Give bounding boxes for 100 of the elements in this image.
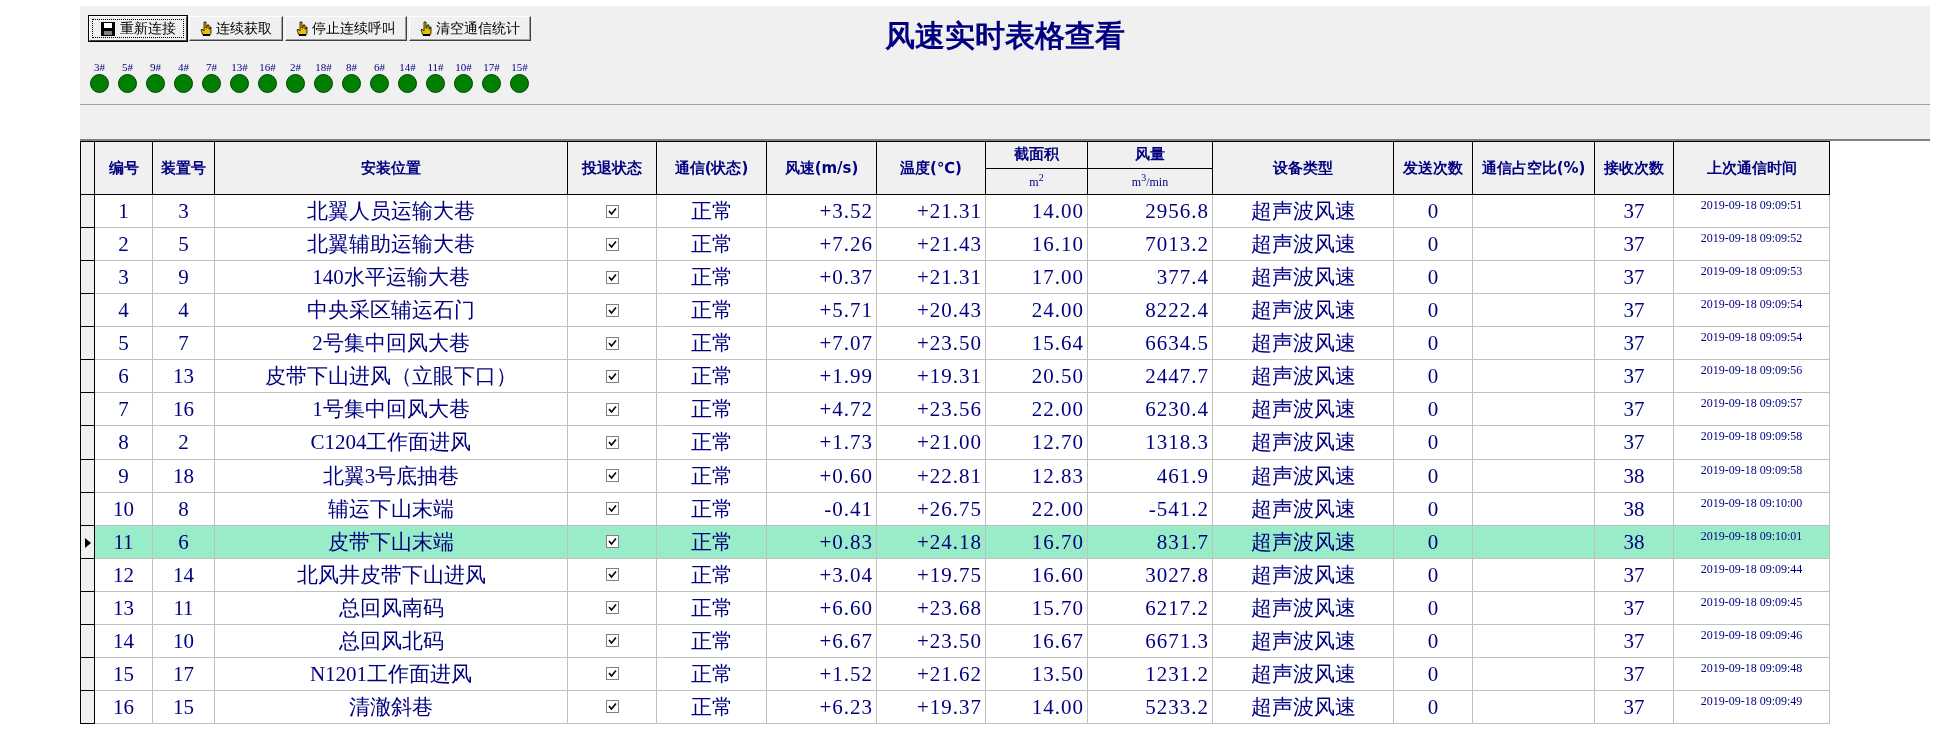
table-cell: 2019-09-18 09:09:53 — [1673, 260, 1830, 294]
checkbox[interactable] — [605, 336, 619, 350]
table-cell: 超声波风速 — [1212, 690, 1394, 724]
table-cell: 超声波风速 — [1212, 525, 1394, 559]
table-cell: 0 — [1393, 392, 1473, 426]
checkbox[interactable] — [605, 270, 619, 284]
table-cell: +1.52 — [766, 657, 877, 691]
table-cell: +26.75 — [876, 492, 986, 526]
toolbar-button[interactable]: 连续获取 — [189, 16, 283, 41]
table-cell: 10 — [94, 492, 153, 526]
table-cell: 0 — [1393, 492, 1473, 526]
table-cell: 8222.4 — [1087, 293, 1213, 327]
table-cell: -0.41 — [766, 492, 877, 526]
checkbox[interactable] — [605, 303, 619, 317]
table-cell: 超声波风速 — [1212, 392, 1394, 426]
checkbox[interactable] — [605, 435, 619, 449]
table-cell: 37 — [1594, 690, 1674, 724]
table-cell: 超声波风速 — [1212, 194, 1394, 228]
table-cell: 15.70 — [985, 591, 1088, 625]
table-cell: 3 — [152, 194, 215, 228]
table-cell: 2019-09-18 09:10:01 — [1673, 525, 1830, 559]
table-cell: 37 — [1594, 326, 1674, 360]
table-cell: 37 — [1594, 591, 1674, 625]
table-cell: 0 — [1393, 690, 1473, 724]
toolbar-button[interactable]: 重新连接 — [89, 16, 187, 41]
checkbox[interactable] — [605, 535, 619, 549]
checkbox[interactable] — [605, 469, 619, 483]
table-cell: +5.71 — [766, 293, 877, 327]
checkbox[interactable] — [605, 237, 619, 251]
table-cell: 5 — [94, 326, 153, 360]
table-cell: +23.50 — [876, 326, 986, 360]
table-cell: 2019-09-18 09:09:48 — [1673, 657, 1830, 691]
column-header: 接收次数 — [1594, 141, 1674, 195]
table-cell: 15 — [152, 690, 215, 724]
table-cell: 377.4 — [1087, 260, 1213, 294]
column-header: 通信占空比(%) — [1472, 141, 1595, 195]
table-cell: 12.70 — [985, 425, 1088, 459]
table-cell: +4.72 — [766, 392, 877, 426]
table-cell: 超声波风速 — [1212, 657, 1394, 691]
table-cell: 13 — [94, 591, 153, 625]
table-cell: +3.04 — [766, 558, 877, 592]
table-cell: 8 — [94, 425, 153, 459]
table-cell: 3 — [94, 260, 153, 294]
table-cell: 16.67 — [985, 624, 1088, 658]
column-header: 安装位置 — [214, 141, 568, 195]
table-cell: 37 — [1594, 359, 1674, 393]
table-cell: 13 — [152, 359, 215, 393]
checkbox[interactable] — [605, 402, 619, 416]
table-cell: 1318.3 — [1087, 425, 1213, 459]
checkbox[interactable] — [605, 667, 619, 681]
table-cell: 总回风北码 — [214, 624, 568, 658]
unit-header: m$^{3}$/min — [1087, 168, 1213, 195]
table-cell: 0 — [1393, 293, 1473, 327]
table-cell: 7013.2 — [1087, 227, 1213, 261]
table-cell: 6 — [94, 359, 153, 393]
table-cell: 38 — [1594, 459, 1674, 493]
column-header: 上次通信时间 — [1673, 141, 1830, 195]
table-cell: +23.56 — [876, 392, 986, 426]
table-cell: 0 — [1393, 194, 1473, 228]
table-cell: 4 — [94, 293, 153, 327]
table-cell: -541.2 — [1087, 492, 1213, 526]
table-cell: 辅运下山末端 — [214, 492, 568, 526]
table-cell: 超声波风速 — [1212, 293, 1394, 327]
table-cell: +19.31 — [876, 359, 986, 393]
table-cell: +6.60 — [766, 591, 877, 625]
table-cell: 0 — [1393, 260, 1473, 294]
device-label: 4# — [178, 61, 189, 73]
table-cell: 14.00 — [985, 690, 1088, 724]
checkbox[interactable] — [605, 369, 619, 383]
table-cell: 16 — [94, 690, 153, 724]
table-cell: 总回风南码 — [214, 591, 568, 625]
table-cell: 16 — [152, 392, 215, 426]
table-cell: 正常 — [656, 459, 767, 493]
table-cell: 2019-09-18 09:09:54 — [1673, 293, 1830, 327]
table-cell: 38 — [1594, 525, 1674, 559]
toolbar-button[interactable]: 清空通信统计 — [409, 16, 531, 41]
checkbox[interactable] — [605, 502, 619, 516]
device-label: 5# — [122, 61, 133, 73]
page-title: 风速实时表格查看 — [885, 18, 1125, 53]
checkbox[interactable] — [605, 601, 619, 615]
toolbar-button[interactable]: 停止连续呼叫 — [285, 16, 407, 41]
checkbox[interactable] — [605, 634, 619, 648]
table-cell: +21.43 — [876, 227, 986, 261]
table-cell: 5 — [152, 227, 215, 261]
table-cell: 皮带下山末端 — [214, 525, 568, 559]
checkbox[interactable] — [605, 700, 619, 714]
table-cell: 2447.7 — [1087, 359, 1213, 393]
checkbox[interactable] — [605, 568, 619, 582]
table-cell: 2019-09-18 09:09:51 — [1673, 194, 1830, 228]
checkbox[interactable] — [605, 204, 619, 218]
table-cell: 8 — [152, 492, 215, 526]
table-cell: 14 — [152, 558, 215, 592]
table-cell: 0 — [1393, 525, 1473, 559]
table-cell: +19.37 — [876, 690, 986, 724]
table-cell: +21.31 — [876, 260, 986, 294]
table-cell: +21.31 — [876, 194, 986, 228]
table-cell: 超声波风速 — [1212, 624, 1394, 658]
table-cell: 5233.2 — [1087, 690, 1213, 724]
table-cell: +23.68 — [876, 591, 986, 625]
column-header: 风速(m/s) — [766, 141, 877, 195]
